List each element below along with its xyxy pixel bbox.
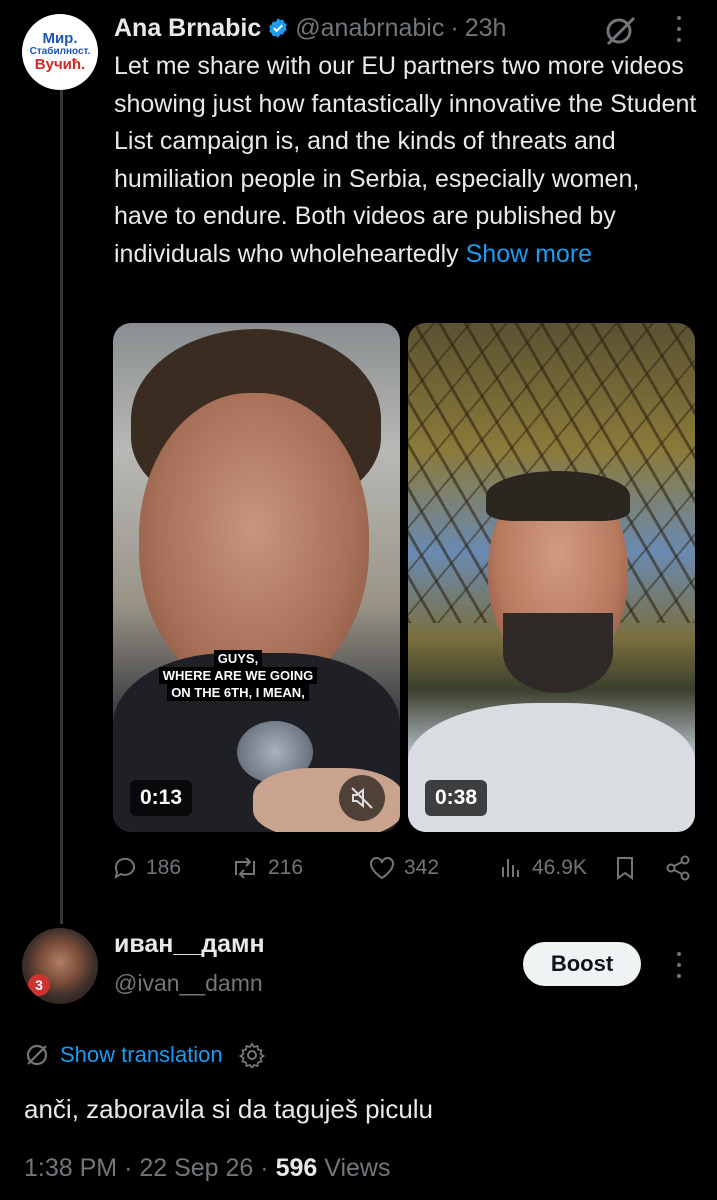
caption-line-1: GUYS, (213, 650, 263, 667)
show-translation-row[interactable]: Show translation (24, 1038, 265, 1072)
reply-author-handle[interactable]: @ivan__damn (114, 970, 263, 997)
repost-count: 216 (268, 856, 304, 879)
tweet-action-bar: 186 216 342 46.9K (112, 850, 697, 886)
caption-line-3: ON THE 6TH, I MEAN, (167, 684, 309, 701)
show-more-link[interactable]: Show more (466, 240, 592, 268)
reply-text: anči, zaboravila si da taguješ piculu (24, 1094, 434, 1124)
meta-dot-2: · (260, 1154, 269, 1182)
avatar-badge: 3 (28, 974, 50, 996)
grok-icon[interactable] (604, 14, 638, 46)
share-icon (666, 855, 690, 881)
author-handle[interactable]: @anabrnabic (295, 14, 444, 43)
video-1-caption: GUYS, WHERE ARE WE GOING ON THE 6TH, I M… (143, 650, 333, 701)
verified-badge-icon (269, 18, 287, 38)
like-count: 342 (404, 856, 440, 879)
author-name[interactable]: Ana Brnabic (114, 14, 261, 43)
video-2-person-hair (486, 471, 630, 521)
meta-dot-1: · (124, 1154, 133, 1182)
reply-time[interactable]: 1:38 PM (24, 1154, 117, 1182)
reply-views-count: 596 (275, 1154, 318, 1182)
video-thumbnail-2[interactable]: 0:38 (408, 323, 695, 832)
reply-views-label: Views (324, 1154, 391, 1182)
bookmark-icon (617, 857, 633, 880)
reply-date[interactable]: 22 Sep 26 (139, 1154, 253, 1182)
views-count: 46.9K (532, 856, 587, 879)
boost-button[interactable]: Boost (523, 942, 641, 986)
tweet-text: Let me share with our EU partners two mo… (114, 48, 699, 273)
video-2-duration: 0:38 (425, 780, 488, 816)
tweet-body: Let me share with our EU partners two mo… (114, 52, 697, 268)
reply-count: 186 (146, 856, 182, 879)
translate-icon (26, 1044, 48, 1066)
reply-more-icon[interactable] (672, 952, 686, 978)
bookmark-button[interactable] (612, 850, 646, 886)
show-translation-link[interactable]: Show translation (60, 1042, 223, 1068)
tweet-time[interactable]: 23h (465, 14, 507, 43)
caption-line-2: WHERE ARE WE GOING (158, 667, 318, 684)
reply-meta: 1:38 PM · 22 Sep 26 · 596 Views (24, 1154, 391, 1183)
mute-icon[interactable] (339, 775, 385, 821)
video-2-person-beard (503, 613, 613, 693)
thread-connector (60, 86, 63, 924)
views-icon (502, 859, 519, 877)
like-button[interactable]: 342 (368, 850, 439, 886)
settings-icon[interactable] (238, 1042, 265, 1068)
video-1-person-face (139, 393, 369, 693)
reply-author-avatar[interactable]: 3 (22, 928, 98, 1004)
reply-author-name[interactable]: иван__дамн (114, 930, 265, 959)
author-avatar[interactable]: Мир. Стабилност. Вучић. (22, 14, 98, 90)
repost-button[interactable]: 216 (230, 850, 303, 886)
reply-button[interactable]: 186 (112, 850, 181, 886)
repost-icon (235, 857, 255, 879)
reply-icon (114, 857, 135, 880)
video-1-duration: 0:13 (130, 780, 193, 816)
avatar-text-line-1: Мир. (42, 30, 78, 47)
more-icon[interactable] (672, 16, 686, 42)
header-separator: · (450, 13, 459, 42)
share-button[interactable] (664, 850, 700, 886)
views-button[interactable]: 46.9K (498, 850, 587, 886)
video-thumbnail-1[interactable]: GUYS, WHERE ARE WE GOING ON THE 6TH, I M… (113, 323, 400, 832)
tweet-header: Ana Brnabic @anabrnabic · 23h (114, 10, 506, 46)
like-icon (370, 857, 394, 880)
avatar-text-line-3: Вучић. (34, 56, 86, 74)
